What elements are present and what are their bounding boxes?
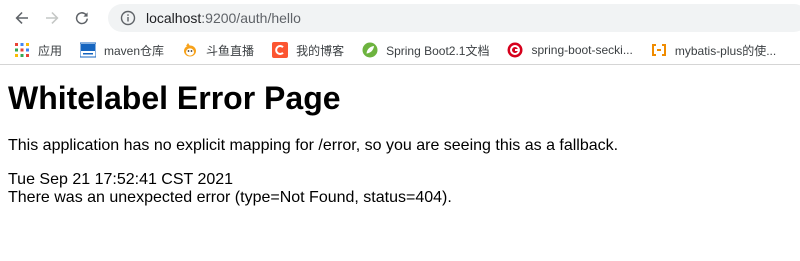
address-bar[interactable]: localhost:9200/auth/hello (108, 4, 800, 32)
bookmark-label: 斗鱼直播 (206, 43, 255, 58)
bookmark-mybatis[interactable]: mybatis-plus的使... (651, 38, 776, 62)
mvn-icon (80, 42, 97, 58)
url-text: localhost:9200/auth/hello (146, 10, 301, 26)
page-title: Whitelabel Error Page (8, 80, 341, 116)
bookmark-label: maven仓库 (104, 43, 165, 58)
bookmark-label: 我的博客 (296, 43, 345, 58)
bookmark-maven[interactable]: maven仓库 (80, 38, 164, 62)
reload-icon (75, 12, 88, 25)
url-path: :9200/auth/hello (201, 10, 301, 26)
back-button[interactable] (8, 4, 36, 32)
arrow-right-icon (46, 12, 59, 24)
forward-button[interactable] (38, 4, 66, 32)
error-message: This application has no explicit mapping… (8, 137, 619, 154)
browser-chrome: localhost:9200/auth/hello 应用 maven仓库 斗鱼直… (0, 0, 800, 65)
red-circle-icon (507, 42, 523, 58)
douyu-icon (182, 42, 198, 58)
bookmark-label: 应用 (38, 43, 63, 58)
info-icon[interactable] (120, 10, 136, 26)
bookmark-label: mybatis-plus的使... (674, 43, 777, 58)
url-host: localhost (146, 10, 202, 26)
error-details: Tue Sep 21 17:52:41 CST 2021 There was a… (8, 171, 792, 207)
apps-grid-icon (14, 42, 30, 58)
bracket-icon (651, 42, 667, 58)
spring-leaf-icon (362, 42, 378, 58)
bookmarks-bar: 应用 maven仓库 斗鱼直播 我的博客 Spring Boot2.1文档 sp… (0, 36, 800, 65)
bookmark-douyu[interactable]: 斗鱼直播 (182, 38, 254, 62)
bookmark-label: spring-boot-secki... (531, 43, 633, 57)
error-status: There was an unexpected error (type=Not … (8, 189, 452, 206)
bookmark-spring-docs[interactable]: Spring Boot2.1文档 (362, 38, 489, 62)
arrow-left-icon (15, 12, 28, 24)
browser-toolbar: localhost:9200/auth/hello (0, 0, 800, 36)
csdn-icon (272, 42, 289, 58)
page-content: Whitelabel Error Page This application h… (0, 78, 800, 207)
bookmark-seckill[interactable]: spring-boot-secki... (507, 38, 633, 62)
reload-button[interactable] (68, 4, 96, 32)
bookmark-blog[interactable]: 我的博客 (272, 38, 344, 62)
bookmark-apps[interactable]: 应用 (14, 38, 62, 62)
error-timestamp: Tue Sep 21 17:52:41 CST 2021 (8, 171, 234, 188)
bookmark-label: Spring Boot2.1文档 (386, 43, 490, 58)
